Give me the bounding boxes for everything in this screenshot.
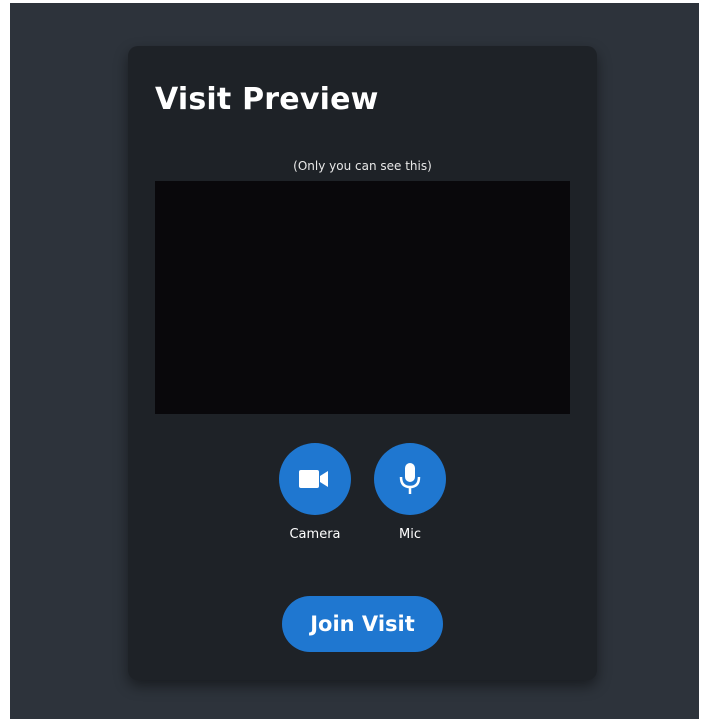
video-preview (155, 181, 570, 414)
page-title: Visit Preview (155, 82, 379, 117)
camera-toggle-button[interactable] (279, 443, 351, 515)
privacy-note: (Only you can see this) (293, 159, 432, 173)
mic-label: Mic (399, 527, 421, 542)
camera-label: Camera (289, 527, 341, 542)
visit-preview-card: Visit Preview (Only you can see this) Ca… (128, 46, 597, 680)
join-visit-button[interactable]: Join Visit (282, 596, 443, 652)
microphone-icon (399, 463, 421, 495)
mic-toggle-button[interactable] (374, 443, 446, 515)
video-camera-icon (299, 468, 331, 490)
page-backdrop: Visit Preview (Only you can see this) Ca… (10, 3, 699, 719)
